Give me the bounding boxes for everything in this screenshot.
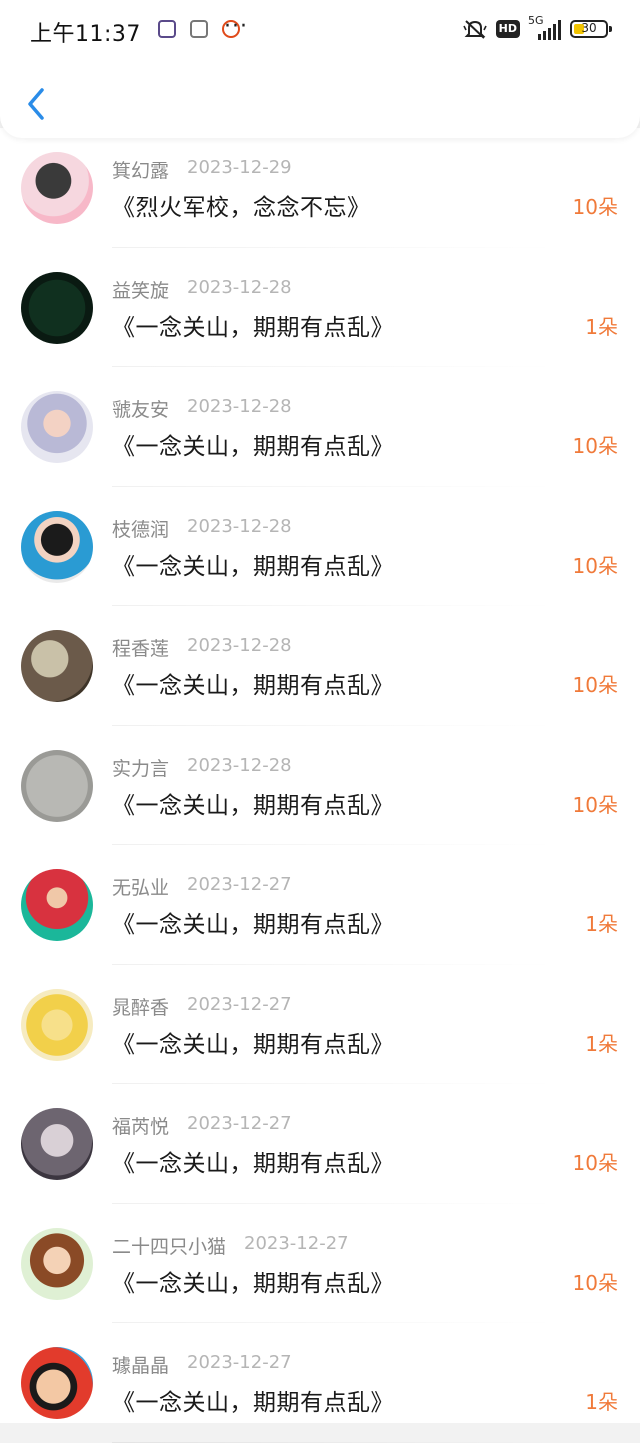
- app-notification-icon: [190, 20, 208, 38]
- avatar[interactable]: [21, 988, 93, 1061]
- flower-count: 10朵: [572, 553, 618, 578]
- book-title: 《一念关山，期期有点乱》: [112, 912, 394, 938]
- user-name: 福芮悦: [112, 1116, 170, 1138]
- flower-count: 1朵: [585, 314, 618, 339]
- book-title: 《烈火军校，念念不忘》: [112, 195, 371, 221]
- book-title: 《一念关山，期期有点乱》: [112, 1031, 394, 1058]
- gift-date: 2023-12-28: [187, 754, 292, 776]
- avatar[interactable]: [21, 1347, 93, 1419]
- battery-icon: 30: [570, 20, 612, 38]
- user-name: 璩晶晶: [112, 1355, 170, 1377]
- mute-bell-icon: [462, 20, 487, 39]
- more-notifications-icon: ···: [224, 14, 248, 39]
- list-item[interactable]: 实力言 2023-12-28 《一念关山，期期有点乱》 10朵: [0, 726, 640, 845]
- hd-badge: HD: [495, 20, 520, 38]
- user-name: 虢友安: [112, 399, 170, 421]
- user-name: 晁醉香: [112, 996, 170, 1019]
- list-item[interactable]: 益笑旋 2023-12-28 《一念关山，期期有点乱》 1朵: [0, 248, 640, 367]
- gift-date: 2023-12-27: [187, 1113, 292, 1134]
- user-name: 枝德润: [112, 518, 170, 541]
- gift-date: 2023-12-28: [187, 276, 292, 298]
- user-name: 箕幻露: [112, 160, 170, 182]
- book-title: 《一念关山，期期有点乱》: [112, 1151, 394, 1177]
- status-bar: 上午11:37 ··· HD 5G 30: [0, 0, 640, 60]
- flower-count: 10朵: [572, 434, 618, 458]
- battery-level: 30: [581, 21, 597, 35]
- gift-date: 2023-12-27: [187, 874, 292, 895]
- flower-count: 10朵: [572, 673, 618, 697]
- gift-date: 2023-12-29: [187, 157, 292, 178]
- avatar[interactable]: [21, 1227, 93, 1300]
- avatar[interactable]: [21, 749, 93, 822]
- book-title: 《一念关山，期期有点乱》: [112, 1270, 394, 1297]
- list-item[interactable]: 箕幻露 2023-12-29 《烈火军校，念念不忘》 10朵: [0, 128, 640, 248]
- user-name: 无弘业: [112, 877, 170, 899]
- flower-count: 1朵: [585, 1390, 618, 1414]
- gift-date: 2023-12-27: [244, 1232, 349, 1254]
- back-button[interactable]: [18, 82, 54, 126]
- gift-date: 2023-12-28: [187, 396, 292, 417]
- avatar[interactable]: [21, 510, 93, 583]
- avatar[interactable]: [21, 271, 93, 344]
- gift-record-list: 箕幻露 2023-12-29 《烈火军校，念念不忘》 10朵 益笑旋 2023-12-28…: [0, 128, 640, 1443]
- avatar[interactable]: [21, 630, 93, 702]
- cellular-signal-icon: 5G: [528, 14, 562, 40]
- chevron-left-icon: [28, 88, 44, 120]
- list-item[interactable]: 璩晶晶 2023-12-27 《一念关山，期期有点乱》 1朵: [0, 1323, 640, 1443]
- list-item[interactable]: 二十四只小猫 2023-12-27 《一念关山，期期有点乱》 10朵: [0, 1204, 640, 1323]
- flower-count: 10朵: [572, 1151, 618, 1175]
- list-item[interactable]: 程香莲 2023-12-28 《一念关山，期期有点乱》 10朵: [0, 606, 640, 726]
- row-divider: [112, 1441, 560, 1443]
- status-indicators: HD 5G 30: [462, 14, 612, 40]
- avatar[interactable]: [21, 869, 93, 941]
- book-title: 《一念关山，期期有点乱》: [112, 1390, 394, 1416]
- list-item[interactable]: 福芮悦 2023-12-27 《一念关山，期期有点乱》 10朵: [0, 1084, 640, 1204]
- list-item[interactable]: 无弘业 2023-12-27 《一念关山，期期有点乱》 1朵: [0, 845, 640, 965]
- gift-date: 2023-12-28: [187, 515, 292, 537]
- gift-date: 2023-12-27: [187, 993, 292, 1015]
- status-time: 上午11:37: [30, 22, 141, 47]
- book-title: 《一念关山，期期有点乱》: [112, 434, 394, 460]
- flower-count: 1朵: [585, 912, 618, 936]
- app-notification-icon: [158, 20, 176, 38]
- book-title: 《一念关山，期期有点乱》: [112, 314, 394, 341]
- flower-count: 10朵: [572, 1270, 618, 1295]
- user-name: 实力言: [112, 757, 170, 780]
- list-item[interactable]: 枝德润 2023-12-28 《一念关山，期期有点乱》 10朵: [0, 487, 640, 606]
- book-title: 《一念关山，期期有点乱》: [112, 673, 394, 699]
- avatar[interactable]: [21, 152, 93, 224]
- flower-count: 10朵: [572, 792, 618, 817]
- user-name: 二十四只小猫: [112, 1235, 227, 1258]
- flower-count: 1朵: [585, 1031, 618, 1056]
- avatar[interactable]: [21, 1108, 93, 1180]
- book-title: 《一念关山，期期有点乱》: [112, 792, 394, 819]
- gift-date: 2023-12-28: [187, 635, 292, 656]
- avatar[interactable]: [21, 391, 93, 463]
- list-item[interactable]: 晁醉香 2023-12-27 《一念关山，期期有点乱》 1朵: [0, 965, 640, 1084]
- book-title: 《一念关山，期期有点乱》: [112, 553, 394, 580]
- list-item[interactable]: 虢友安 2023-12-28 《一念关山，期期有点乱》 10朵: [0, 367, 640, 487]
- gift-date: 2023-12-27: [187, 1352, 292, 1373]
- top-header: 上午11:37 ··· HD 5G 30: [0, 0, 640, 138]
- user-name: 程香莲: [112, 638, 170, 660]
- flower-count: 10朵: [572, 195, 618, 219]
- user-name: 益笑旋: [112, 279, 170, 302]
